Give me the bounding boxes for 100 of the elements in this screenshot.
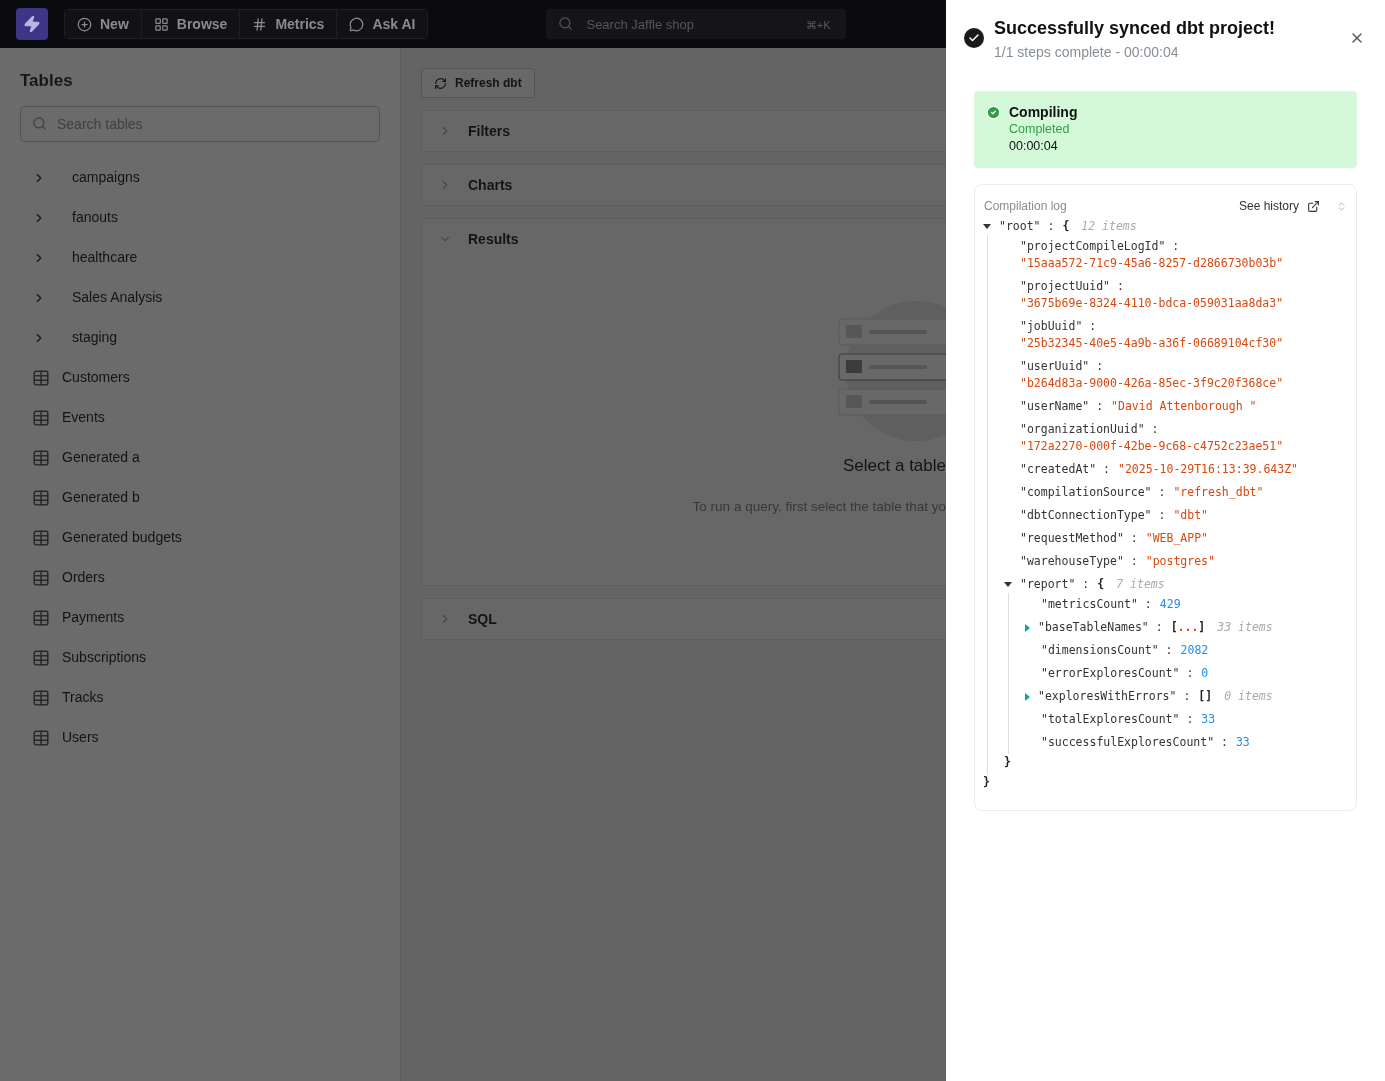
expanded-triangle-icon[interactable] [1004, 582, 1012, 587]
json-value: "25b32345-40e5-4a9b-a36f-06689104cf30" [1020, 335, 1284, 352]
json-key: "report" : [1020, 576, 1090, 593]
sidebar-item[interactable]: Events [20, 397, 380, 438]
json-value: 429 [1159, 596, 1181, 613]
json-value: "David Attenborough " [1111, 398, 1257, 415]
json-key: "root" : [999, 218, 1055, 235]
json-key: "successfulExploresCount" : [1041, 734, 1228, 751]
sidebar-item[interactable]: Sales Analysis [20, 277, 380, 318]
section-title[interactable]: Filters [468, 120, 510, 142]
section-title[interactable]: SQL [468, 608, 497, 630]
search-icon [32, 115, 47, 131]
sidebar-item[interactable]: Payments [20, 597, 380, 638]
table-icon [32, 688, 50, 707]
json-value: "3675b69e-8324-4110-bdca-059031aa8da3" [1020, 295, 1284, 312]
nav-button[interactable]: Metrics [239, 10, 337, 38]
refresh-dbt-button[interactable]: Refresh dbt [421, 68, 535, 98]
expanded-triangle-icon[interactable] [983, 224, 991, 229]
table-icon [32, 608, 50, 627]
json-value: "172a2270-000f-42be-9c68-c4752c23ae51" [1020, 438, 1284, 455]
log-title: Compilation log [984, 198, 1068, 215]
chat-bubble-icon [349, 16, 365, 32]
section-title[interactable]: Results [468, 228, 519, 250]
json-key: "requestMethod" : [1020, 530, 1138, 547]
json-value: 2082 [1180, 642, 1209, 659]
json-value: "refresh_dbt" [1173, 484, 1264, 501]
json-key: "warehouseType" : [1020, 553, 1138, 570]
table-icon [32, 408, 50, 427]
json-value: "WEB_APP" [1145, 530, 1208, 547]
sidebar-item[interactable]: Subscriptions [20, 637, 380, 678]
json-key: "metricsCount" : [1041, 596, 1152, 613]
sidebar-item[interactable]: Tracks [20, 677, 380, 718]
json-value: 33 [1201, 711, 1216, 728]
plus-circle-icon [77, 16, 92, 32]
sidebar-item[interactable]: campaigns [20, 157, 380, 198]
logo-icon[interactable] [16, 8, 48, 40]
shortcut-hint: ⌘+K [805, 18, 831, 33]
json-key: "projectCompileLogId" : [1020, 238, 1180, 255]
sidebar-item[interactable]: Customers [20, 357, 380, 398]
step-title: Compiling [1009, 104, 1078, 121]
json-bracket: { [1062, 218, 1070, 235]
json-key: "projectUuid" : [1020, 278, 1124, 295]
json-key: "jobUuid" : [1020, 318, 1097, 335]
sidebar-item[interactable]: healthcare [20, 237, 380, 278]
external-link-icon[interactable] [1307, 199, 1320, 213]
json-bracket: [ [1170, 619, 1178, 636]
collapsed-triangle-icon[interactable] [1025, 692, 1030, 701]
json-bracket: } [1004, 755, 1011, 769]
sidebar-item[interactable]: Generated budgets [20, 517, 380, 558]
json-bracket: [ [1198, 688, 1206, 705]
item-count: 7 items [1116, 576, 1165, 593]
nav-button[interactable]: Browse [140, 10, 240, 38]
json-ellipsis[interactable]: ... [1177, 619, 1199, 636]
json-value: "dbt" [1173, 507, 1209, 524]
json-value: "15aaa572-71c9-45a6-8257-d2866730b03b" [1020, 255, 1284, 272]
table-icon [32, 448, 50, 467]
json-value: "b264d83a-9000-426a-85ec-3f9c20f368ce" [1020, 375, 1284, 392]
json-key: "userUuid" : [1020, 358, 1104, 375]
json-key: "totalExploresCount" : [1041, 711, 1194, 728]
json-bracket: ] [1205, 688, 1213, 705]
table-icon [32, 728, 50, 747]
grid-icon [153, 16, 169, 32]
json-value: "2025-10-29T16:13:39.643Z" [1118, 461, 1299, 478]
sidebar-item[interactable]: Orders [20, 557, 380, 598]
json-value: "postgres" [1145, 553, 1215, 570]
json-key: "createdAt" : [1020, 461, 1110, 478]
table-icon [32, 488, 50, 507]
sidebar-item[interactable]: Users [20, 717, 380, 758]
drawer-subtitle: 1/1 steps complete - 00:00:04 [994, 43, 1180, 62]
step-duration: 00:00:04 [1009, 138, 1059, 155]
step-status: Completed [1009, 121, 1071, 138]
sidebar-item[interactable]: Generated a [20, 437, 380, 478]
json-bracket: ] [1198, 619, 1206, 636]
table-icon [32, 568, 50, 587]
nav-button[interactable]: Ask AI [336, 10, 428, 38]
json-key: "dbtConnectionType" : [1020, 507, 1166, 524]
section-title[interactable]: Charts [468, 174, 513, 196]
sidebar-item[interactable]: Generated b [20, 477, 380, 518]
json-value: 33 [1235, 734, 1250, 751]
json-key: "compilationSource" : [1020, 484, 1166, 501]
json-key: "errorExploresCount" : [1041, 665, 1194, 682]
table-icon [32, 528, 50, 547]
sidebar-item[interactable]: staging [20, 317, 380, 358]
collapsed-triangle-icon[interactable] [1025, 623, 1030, 632]
json-key: "dimensionsCount" : [1041, 642, 1173, 659]
table-icon [32, 648, 50, 667]
json-value: 0 [1201, 665, 1209, 682]
hash-icon [252, 16, 268, 32]
sidebar-item[interactable]: fanouts [20, 197, 380, 238]
check-circle-icon [986, 105, 1001, 120]
drawer-title: Successfully synced dbt project! [994, 17, 1277, 40]
nav-button[interactable]: New [65, 10, 141, 38]
json-key: "exploresWithErrors" : [1038, 688, 1191, 705]
see-history-link[interactable]: See history [1238, 197, 1299, 215]
sort-icon[interactable] [1336, 200, 1347, 212]
sidebar-title: Tables [20, 70, 74, 92]
json-bracket: { [1097, 576, 1105, 593]
empty-state-title: Select a table [843, 455, 946, 477]
json-key: "userName" : [1020, 398, 1104, 415]
json-bracket: } [983, 775, 990, 789]
